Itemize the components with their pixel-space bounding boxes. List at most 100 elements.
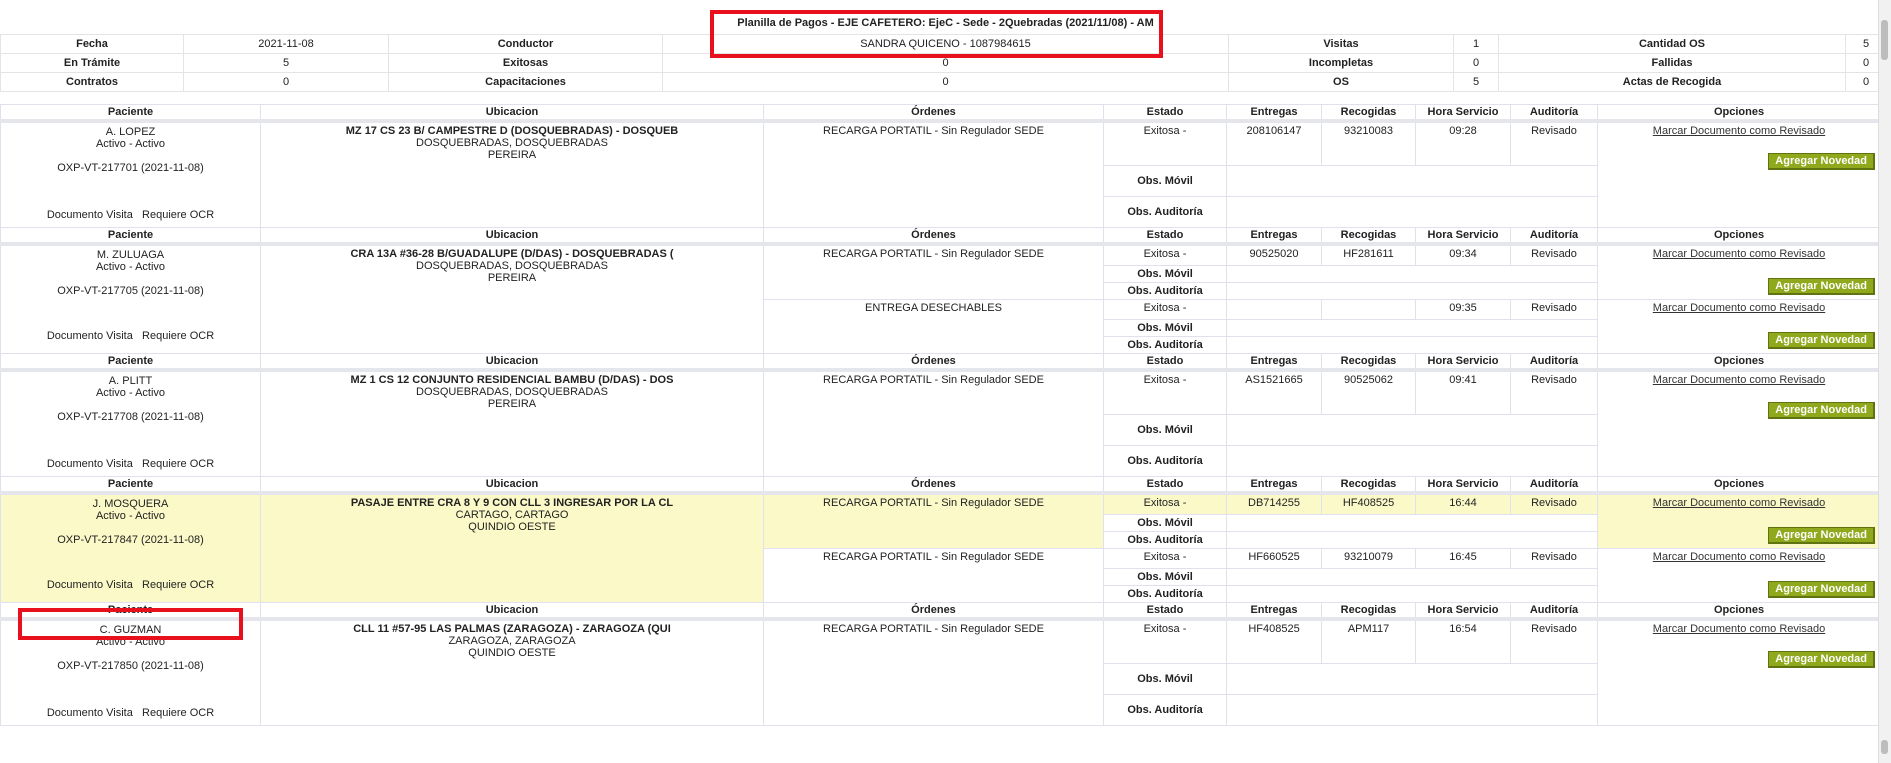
agregar-novedad-button[interactable]: Agregar Novedad: [1768, 153, 1875, 170]
paciente-status: Activo - Activo: [95, 261, 166, 273]
header-entregas: Entregas: [1226, 602, 1322, 621]
obs-movil-value[interactable]: [1226, 514, 1598, 532]
scrollbar-thumb[interactable]: [1881, 20, 1888, 60]
header-opciones: Opciones: [1597, 602, 1881, 621]
documento-visita-link[interactable]: Documento Visita: [47, 579, 133, 591]
incompletas-label: Incompletas: [1228, 53, 1454, 73]
btn-wrap: Agregar Novedad: [1601, 332, 1877, 349]
requiere-ocr-link[interactable]: Requiere OCR: [142, 579, 214, 591]
hora-cell: 09:34: [1415, 243, 1511, 266]
en-tramite-value: 5: [183, 53, 389, 73]
header-ubicacion: Ubicacion: [260, 476, 764, 495]
auditoria-cell: Revisado: [1510, 369, 1598, 415]
hora-cell: 16:54: [1415, 618, 1511, 664]
header-hora-servicio: Hora Servicio: [1415, 602, 1511, 621]
obs-auditoria-value[interactable]: [1226, 336, 1598, 354]
contratos-label: Contratos: [0, 72, 184, 92]
obs-auditoria-label: Obs. Auditoría: [1103, 694, 1227, 726]
oxp-code: OXP-VT-217701 (2021-11-08): [57, 162, 204, 174]
opciones-cell: Marcar Documento como Revisado Agregar No…: [1597, 299, 1881, 354]
doc-links: Documento Visita Requiere OCR: [4, 330, 257, 342]
obs-auditoria-value[interactable]: [1226, 196, 1598, 228]
agregar-novedad-button[interactable]: Agregar Novedad: [1768, 402, 1875, 419]
agregar-novedad-button[interactable]: Agregar Novedad: [1768, 278, 1875, 295]
auditoria-cell: Revisado: [1510, 120, 1598, 166]
marcar-revisado-link[interactable]: Marcar Documento como Revisado: [1653, 302, 1825, 314]
obs-auditoria-value[interactable]: [1226, 445, 1598, 477]
documento-visita-link[interactable]: Documento Visita: [47, 458, 133, 470]
hora-cell: 16:44: [1415, 492, 1511, 515]
header-ordenes: Órdenes: [763, 602, 1104, 621]
marcar-revisado-link[interactable]: Marcar Documento como Revisado: [1653, 623, 1825, 635]
visitas-value: 1: [1453, 34, 1499, 54]
requiere-ocr-link[interactable]: Requiere OCR: [142, 458, 214, 470]
requiere-ocr-link[interactable]: Requiere OCR: [142, 330, 214, 342]
header-entregas: Entregas: [1226, 104, 1322, 123]
orden-cell: RECARGA PORTATIL - Sin Regulador SEDE: [763, 369, 1104, 477]
header-paciente: Paciente: [0, 353, 261, 372]
city-line: DOSQUEBRADAS, DOSQUEBRADAS: [416, 260, 608, 272]
obs-movil-label: Obs. Móvil: [1103, 663, 1227, 695]
summary-table: Planilla de Pagos - EJE CAFETERO: EjeC -…: [0, 12, 1887, 92]
header-entregas: Entregas: [1226, 353, 1322, 372]
obs-auditoria-value[interactable]: [1226, 694, 1598, 726]
estado-cell: Exitosa -: [1103, 243, 1227, 266]
agregar-novedad-button[interactable]: Agregar Novedad: [1768, 332, 1875, 349]
contratos-value: 0: [183, 72, 389, 92]
header-recogidas: Recogidas: [1321, 476, 1416, 495]
agregar-novedad-button[interactable]: Agregar Novedad: [1768, 581, 1875, 598]
fecha-value: 2021-11-08: [183, 34, 389, 54]
hora-cell: 09:28: [1415, 120, 1511, 166]
requiere-ocr-link[interactable]: Requiere OCR: [142, 209, 214, 221]
header-auditoria: Auditoría: [1510, 602, 1598, 621]
column-header-row: Paciente Ubicacion Órdenes Estado Entregas Re…: [0, 602, 1881, 621]
obs-auditoria-label: Obs. Auditoría: [1103, 282, 1227, 300]
header-estado: Estado: [1103, 227, 1227, 246]
marcar-revisado-link[interactable]: Marcar Documento como Revisado: [1653, 248, 1825, 260]
obs-movil-value[interactable]: [1226, 265, 1598, 283]
agregar-novedad-button[interactable]: Agregar Novedad: [1768, 651, 1875, 668]
header-ubicacion: Ubicacion: [260, 353, 764, 372]
orden-cell: RECARGA PORTATIL - Sin Regulador SEDE: [763, 243, 1104, 300]
btn-wrap: Agregar Novedad: [1601, 153, 1877, 170]
obs-movil-value[interactable]: [1226, 319, 1598, 337]
marcar-revisado-link[interactable]: Marcar Documento como Revisado: [1653, 125, 1825, 137]
marcar-revisado-link[interactable]: Marcar Documento como Revisado: [1653, 551, 1825, 563]
marcar-revisado-link[interactable]: Marcar Documento como Revisado: [1653, 497, 1825, 509]
header-paciente: Paciente: [0, 602, 261, 621]
en-tramite-label: En Trámite: [0, 53, 184, 73]
documento-visita-link[interactable]: Documento Visita: [47, 209, 133, 221]
marcar-revisado-link[interactable]: Marcar Documento como Revisado: [1653, 374, 1825, 386]
hora-cell: 09:35: [1415, 299, 1511, 320]
auditoria-cell: Revisado: [1510, 243, 1598, 266]
agregar-novedad-button[interactable]: Agregar Novedad: [1768, 527, 1875, 544]
obs-auditoria-value[interactable]: [1226, 531, 1598, 549]
address-line: CLL 11 #57-95 LAS PALMAS (ZARAGOZA) - ZA…: [353, 623, 671, 635]
address-line: MZ 17 CS 23 B/ CAMPESTRE D (DOSQUEBRADAS…: [345, 125, 679, 137]
obs-movil-label: Obs. Móvil: [1103, 165, 1227, 197]
obs-movil-value[interactable]: [1226, 414, 1598, 446]
obs-auditoria-value[interactable]: [1226, 282, 1598, 300]
obs-movil-label: Obs. Móvil: [1103, 414, 1227, 446]
obs-auditoria-label: Obs. Auditoría: [1103, 585, 1227, 603]
obs-auditoria-value[interactable]: [1226, 585, 1598, 603]
documento-visita-link[interactable]: Documento Visita: [47, 330, 133, 342]
obs-movil-value[interactable]: [1226, 165, 1598, 197]
scrollbar-end[interactable]: [1881, 740, 1888, 754]
header-hora-servicio: Hora Servicio: [1415, 227, 1511, 246]
obs-movil-value[interactable]: [1226, 568, 1598, 586]
requiere-ocr-link[interactable]: Requiere OCR: [142, 707, 214, 719]
btn-wrap: Agregar Novedad: [1601, 278, 1877, 295]
header-estado: Estado: [1103, 353, 1227, 372]
header-hora-servicio: Hora Servicio: [1415, 353, 1511, 372]
header-auditoria: Auditoría: [1510, 353, 1598, 372]
estado-cell: Exitosa -: [1103, 299, 1227, 320]
obs-movil-value[interactable]: [1226, 663, 1598, 695]
documento-visita-link[interactable]: Documento Visita: [47, 707, 133, 719]
page-scrollbar[interactable]: [1878, 0, 1891, 763]
obs-auditoria-label: Obs. Auditoría: [1103, 336, 1227, 354]
ubicacion-cell: MZ 1 CS 12 CONJUNTO RESIDENCIAL BAMBU (D…: [260, 369, 764, 477]
region-line: PEREIRA: [487, 149, 537, 161]
header-recogidas: Recogidas: [1321, 227, 1416, 246]
